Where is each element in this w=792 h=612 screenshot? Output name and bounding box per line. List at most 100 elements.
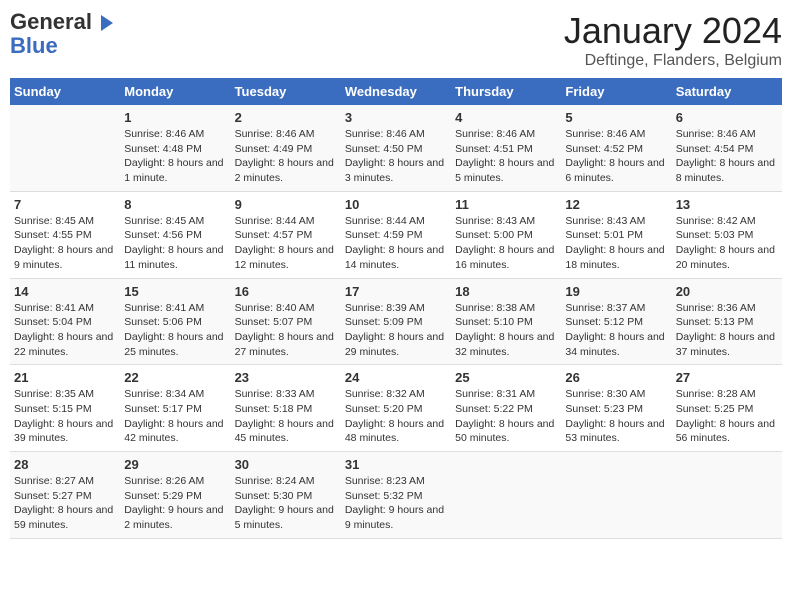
day-info: Sunrise: 8:31 AMSunset: 5:22 PMDaylight:… — [455, 387, 557, 446]
day-number: 13 — [676, 197, 778, 212]
day-info: Sunrise: 8:43 AMSunset: 5:00 PMDaylight:… — [455, 214, 557, 273]
page-header: General Blue January 2024 Deftinge, Flan… — [10, 10, 782, 70]
day-number: 18 — [455, 284, 557, 299]
day-info: Sunrise: 8:27 AMSunset: 5:27 PMDaylight:… — [14, 474, 116, 533]
col-thursday: Thursday — [451, 78, 561, 105]
day-number: 30 — [235, 457, 337, 472]
day-cell: 3 Sunrise: 8:46 AMSunset: 4:50 PMDaylight… — [341, 105, 451, 191]
day-cell: 23Sunrise: 8:33 AMSunset: 5:18 PMDayligh… — [231, 365, 341, 452]
day-cell — [561, 452, 671, 539]
day-info: Sunrise: 8:33 AMSunset: 5:18 PMDaylight:… — [235, 387, 337, 446]
day-info: Sunrise: 8:24 AMSunset: 5:30 PMDaylight:… — [235, 474, 337, 533]
day-number: 21 — [14, 370, 116, 385]
day-cell: 13 Sunrise: 8:42 AMSunset: 5:03 PMDayligh… — [672, 191, 782, 278]
day-info: Sunrise: 8:46 AMSunset: 4:49 PMDaylight:… — [235, 127, 337, 186]
day-number: 6 — [676, 110, 778, 125]
day-cell: 7 Sunrise: 8:45 AMSunset: 4:55 PMDaylight… — [10, 191, 120, 278]
week-row-2: 7 Sunrise: 8:45 AMSunset: 4:55 PMDaylight… — [10, 191, 782, 278]
day-cell — [10, 105, 120, 191]
day-cell: 2 Sunrise: 8:46 AMSunset: 4:49 PMDaylight… — [231, 105, 341, 191]
day-number: 27 — [676, 370, 778, 385]
day-info: Sunrise: 8:46 AMSunset: 4:48 PMDaylight:… — [124, 127, 226, 186]
day-cell — [451, 452, 561, 539]
week-row-4: 21Sunrise: 8:35 AMSunset: 5:15 PMDayligh… — [10, 365, 782, 452]
day-cell: 4 Sunrise: 8:46 AMSunset: 4:51 PMDaylight… — [451, 105, 561, 191]
day-info: Sunrise: 8:26 AMSunset: 5:29 PMDaylight:… — [124, 474, 226, 533]
day-cell: 31Sunrise: 8:23 AMSunset: 5:32 PMDayligh… — [341, 452, 451, 539]
day-info: Sunrise: 8:38 AMSunset: 5:10 PMDaylight:… — [455, 301, 557, 360]
day-cell: 14Sunrise: 8:41 AMSunset: 5:04 PMDayligh… — [10, 278, 120, 365]
subtitle: Deftinge, Flanders, Belgium — [564, 52, 782, 70]
day-info: Sunrise: 8:46 AMSunset: 4:50 PMDaylight:… — [345, 127, 447, 186]
day-info: Sunrise: 8:23 AMSunset: 5:32 PMDaylight:… — [345, 474, 447, 533]
day-info: Sunrise: 8:43 AMSunset: 5:01 PMDaylight:… — [565, 214, 667, 273]
day-cell: 1 Sunrise: 8:46 AMSunset: 4:48 PMDaylight… — [120, 105, 230, 191]
day-info: Sunrise: 8:46 AMSunset: 4:54 PMDaylight:… — [676, 127, 778, 186]
day-info: Sunrise: 8:46 AMSunset: 4:51 PMDaylight:… — [455, 127, 557, 186]
day-number: 28 — [14, 457, 116, 472]
day-cell: 12 Sunrise: 8:43 AMSunset: 5:01 PMDayligh… — [561, 191, 671, 278]
day-number: 4 — [455, 110, 557, 125]
day-cell: 30 Sunrise: 8:24 AMSunset: 5:30 PMDayligh… — [231, 452, 341, 539]
day-info: Sunrise: 8:39 AMSunset: 5:09 PMDaylight:… — [345, 301, 447, 360]
day-info: Sunrise: 8:41 AMSunset: 5:04 PMDaylight:… — [14, 301, 116, 360]
title-block: January 2024 Deftinge, Flanders, Belgium — [564, 10, 782, 70]
day-cell: 6 Sunrise: 8:46 AMSunset: 4:54 PMDaylight… — [672, 105, 782, 191]
day-number: 2 — [235, 110, 337, 125]
day-info: Sunrise: 8:42 AMSunset: 5:03 PMDaylight:… — [676, 214, 778, 273]
day-number: 9 — [235, 197, 337, 212]
day-info: Sunrise: 8:37 AMSunset: 5:12 PMDaylight:… — [565, 301, 667, 360]
day-number: 25 — [455, 370, 557, 385]
day-number: 1 — [124, 110, 226, 125]
day-number: 3 — [345, 110, 447, 125]
day-info: Sunrise: 8:28 AMSunset: 5:25 PMDaylight:… — [676, 387, 778, 446]
day-info: Sunrise: 8:41 AMSunset: 5:06 PMDaylight:… — [124, 301, 226, 360]
day-info: Sunrise: 8:40 AMSunset: 5:07 PMDaylight:… — [235, 301, 337, 360]
col-tuesday: Tuesday — [231, 78, 341, 105]
week-row-3: 14Sunrise: 8:41 AMSunset: 5:04 PMDayligh… — [10, 278, 782, 365]
day-info: Sunrise: 8:44 AMSunset: 4:57 PMDaylight:… — [235, 214, 337, 273]
calendar-header-row: Sunday Monday Tuesday Wednesday Thursday… — [10, 78, 782, 105]
day-cell: 17 Sunrise: 8:39 AMSunset: 5:09 PMDayligh… — [341, 278, 451, 365]
week-row-1: 1 Sunrise: 8:46 AMSunset: 4:48 PMDaylight… — [10, 105, 782, 191]
day-number: 11 — [455, 197, 557, 212]
day-cell: 9 Sunrise: 8:44 AMSunset: 4:57 PMDaylight… — [231, 191, 341, 278]
day-cell: 22 Sunrise: 8:34 AMSunset: 5:17 PMDayligh… — [120, 365, 230, 452]
day-cell: 25 Sunrise: 8:31 AMSunset: 5:22 PMDayligh… — [451, 365, 561, 452]
day-info: Sunrise: 8:44 AMSunset: 4:59 PMDaylight:… — [345, 214, 447, 273]
day-cell: 29 Sunrise: 8:26 AMSunset: 5:29 PMDayligh… — [120, 452, 230, 539]
day-cell: 16 Sunrise: 8:40 AMSunset: 5:07 PMDayligh… — [231, 278, 341, 365]
day-cell: 27 Sunrise: 8:28 AMSunset: 5:25 PMDayligh… — [672, 365, 782, 452]
col-sunday: Sunday — [10, 78, 120, 105]
col-monday: Monday — [120, 78, 230, 105]
day-number: 29 — [124, 457, 226, 472]
day-number: 19 — [565, 284, 667, 299]
day-number: 24 — [345, 370, 447, 385]
day-number: 17 — [345, 284, 447, 299]
day-cell: 20Sunrise: 8:36 AMSunset: 5:13 PMDayligh… — [672, 278, 782, 365]
day-info: Sunrise: 8:30 AMSunset: 5:23 PMDaylight:… — [565, 387, 667, 446]
day-cell: 10 Sunrise: 8:44 AMSunset: 4:59 PMDayligh… — [341, 191, 451, 278]
day-number: 8 — [124, 197, 226, 212]
day-cell: 19 Sunrise: 8:37 AMSunset: 5:12 PMDayligh… — [561, 278, 671, 365]
day-number: 16 — [235, 284, 337, 299]
day-info: Sunrise: 8:45 AMSunset: 4:55 PMDaylight:… — [14, 214, 116, 273]
day-cell: 5 Sunrise: 8:46 AMSunset: 4:52 PMDaylight… — [561, 105, 671, 191]
day-number: 20 — [676, 284, 778, 299]
day-cell: 18 Sunrise: 8:38 AMSunset: 5:10 PMDayligh… — [451, 278, 561, 365]
day-number: 26 — [565, 370, 667, 385]
day-cell: 15 Sunrise: 8:41 AMSunset: 5:06 PMDayligh… — [120, 278, 230, 365]
day-number: 15 — [124, 284, 226, 299]
day-number: 22 — [124, 370, 226, 385]
day-info: Sunrise: 8:46 AMSunset: 4:52 PMDaylight:… — [565, 127, 667, 186]
day-cell: 24 Sunrise: 8:32 AMSunset: 5:20 PMDayligh… — [341, 365, 451, 452]
day-cell: 28 Sunrise: 8:27 AMSunset: 5:27 PMDayligh… — [10, 452, 120, 539]
day-number: 7 — [14, 197, 116, 212]
day-number: 10 — [345, 197, 447, 212]
day-info: Sunrise: 8:45 AMSunset: 4:56 PMDaylight:… — [124, 214, 226, 273]
col-friday: Friday — [561, 78, 671, 105]
day-number: 12 — [565, 197, 667, 212]
day-info: Sunrise: 8:34 AMSunset: 5:17 PMDaylight:… — [124, 387, 226, 446]
day-info: Sunrise: 8:32 AMSunset: 5:20 PMDaylight:… — [345, 387, 447, 446]
day-number: 5 — [565, 110, 667, 125]
